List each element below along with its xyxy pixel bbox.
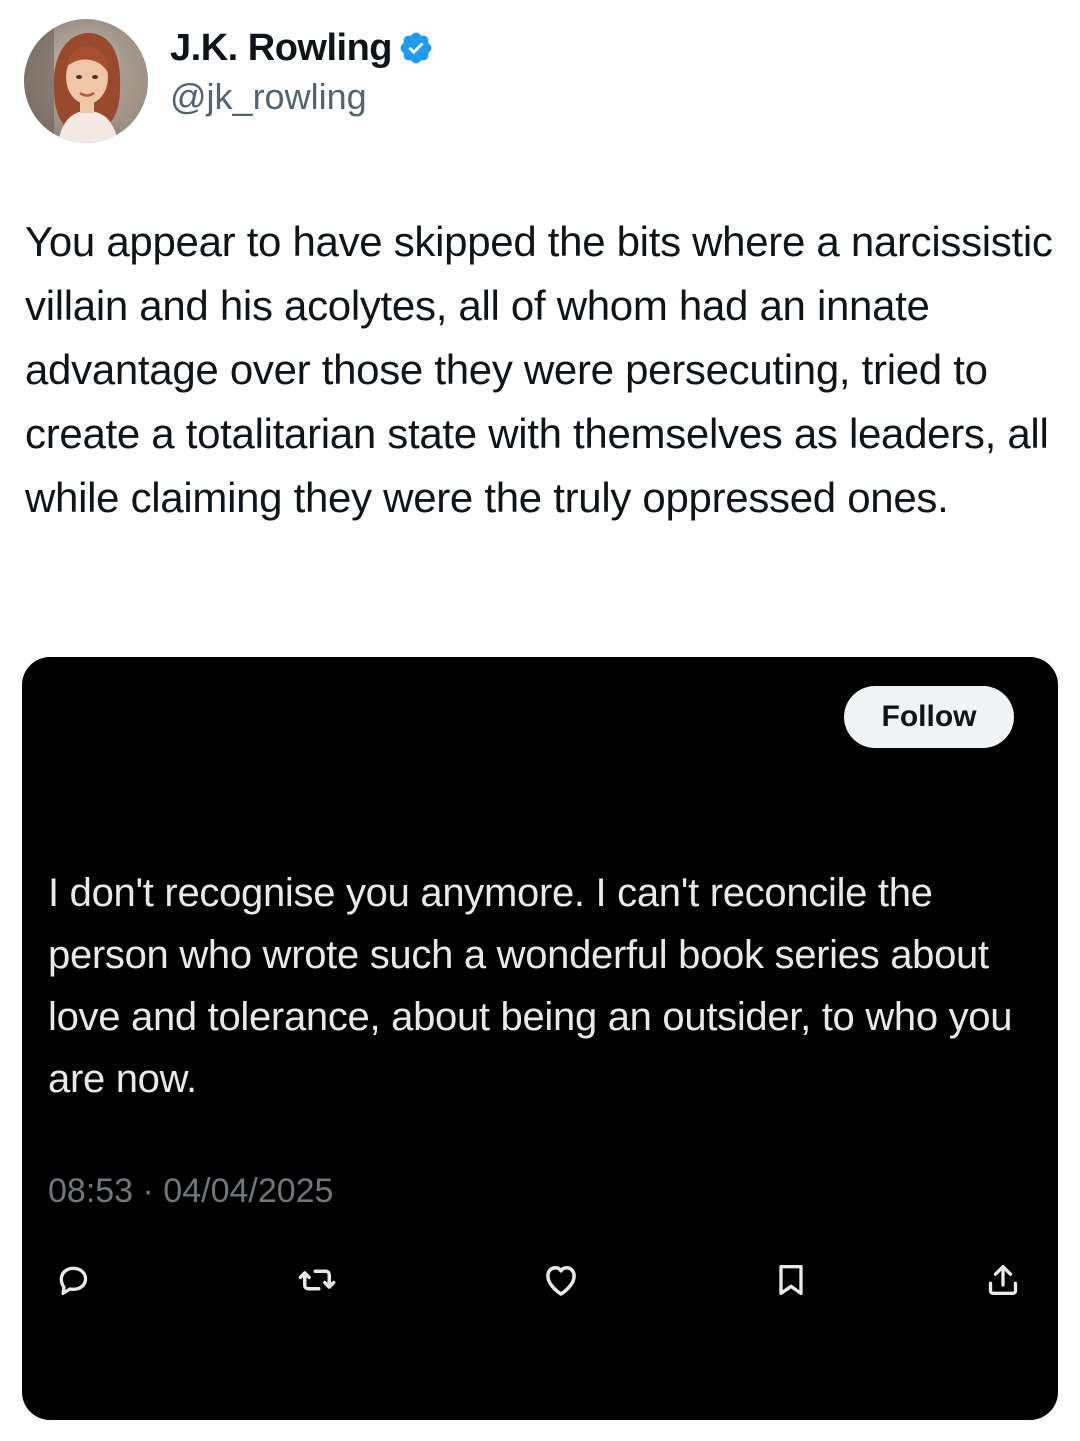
heart-icon <box>540 1259 582 1301</box>
repost-icon <box>296 1259 338 1301</box>
bookmark-button[interactable] <box>768 1257 814 1303</box>
share-icon <box>983 1260 1023 1300</box>
embedded-post-text: I don't recognise you anymore. I can't r… <box>48 871 1013 1101</box>
follow-button[interactable]: Follow <box>844 686 1014 748</box>
repost-button[interactable] <box>294 1257 340 1303</box>
post-timestamp[interactable]: 08:53 · 04/04/2025 <box>48 1172 333 1211</box>
embedded-post[interactable]: Follow I don't recognise you anymore. I … <box>22 657 1058 1420</box>
like-button[interactable] <box>538 1257 584 1303</box>
verified-badge-icon <box>398 30 434 66</box>
tweet-text: You appear to have skipped the bits wher… <box>25 218 1053 521</box>
display-name[interactable]: J.K. Rowling <box>170 27 393 70</box>
action-bar <box>48 1257 1028 1307</box>
author-names: J.K. Rowling @jk_rowling <box>170 27 434 118</box>
reply-button[interactable] <box>50 1257 96 1303</box>
avatar[interactable] <box>24 19 148 143</box>
bookmark-icon <box>771 1260 811 1300</box>
tweet-header: J.K. Rowling @jk_rowling <box>24 18 434 144</box>
name-row: J.K. Rowling <box>170 27 434 70</box>
reply-icon <box>53 1260 93 1300</box>
share-button[interactable] <box>980 1257 1026 1303</box>
user-handle[interactable]: @jk_rowling <box>170 76 434 118</box>
